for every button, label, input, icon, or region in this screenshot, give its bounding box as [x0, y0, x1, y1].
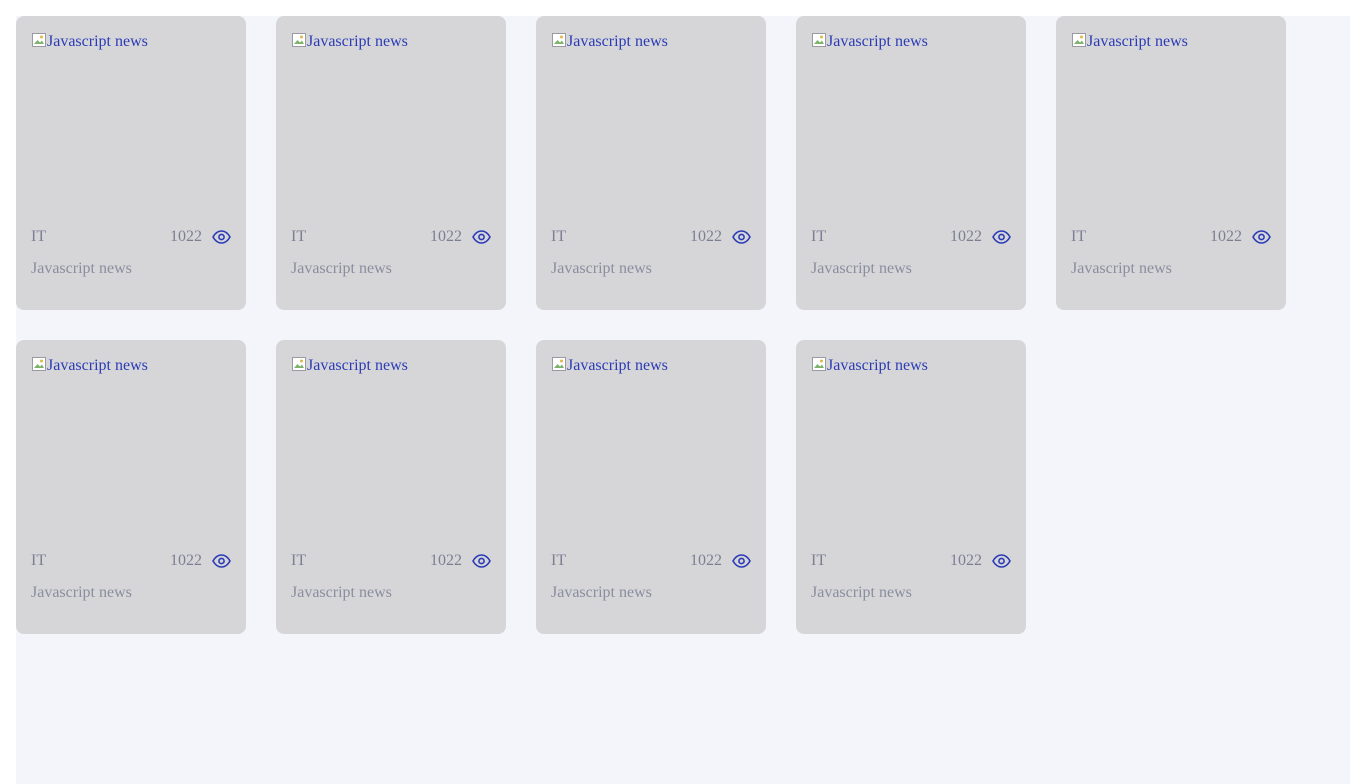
news-card[interactable]: Javascript news IT 1022 Javascript news — [796, 16, 1026, 310]
news-title[interactable]: Javascript news — [551, 258, 751, 280]
news-views-count: 1022 — [950, 552, 982, 569]
news-views-count: 1022 — [170, 552, 202, 569]
news-views: 1022 — [170, 228, 231, 246]
news-card[interactable]: Javascript news IT 1022 Javascript news — [796, 340, 1026, 634]
news-views: 1022 — [1210, 228, 1271, 246]
news-views-count: 1022 — [690, 228, 722, 245]
news-grid: Javascript news IT 1022 Javascript news … — [16, 16, 1286, 634]
eye-icon — [212, 554, 231, 568]
news-meta: IT 1022 — [811, 550, 1011, 572]
news-image-alt: Javascript news — [307, 357, 408, 374]
news-card[interactable]: Javascript news IT 1022 Javascript news — [1056, 16, 1286, 310]
news-image-alt: Javascript news — [567, 357, 668, 374]
news-views-count: 1022 — [430, 228, 462, 245]
news-category: IT — [811, 552, 827, 569]
news-card[interactable]: Javascript news IT 1022 Javascript news — [276, 16, 506, 310]
news-meta: IT 1022 — [291, 550, 491, 572]
news-views-count: 1022 — [950, 228, 982, 245]
news-views-count: 1022 — [690, 552, 722, 569]
news-meta: IT 1022 — [551, 226, 751, 248]
news-meta: IT 1022 — [1071, 226, 1271, 248]
broken-image-icon — [31, 356, 47, 372]
news-image[interactable]: Javascript news — [291, 355, 491, 550]
news-views: 1022 — [430, 552, 491, 570]
news-image-alt: Javascript news — [1087, 33, 1188, 50]
news-image[interactable]: Javascript news — [811, 31, 1011, 226]
eye-icon — [472, 230, 491, 244]
news-page: Javascript news IT 1022 Javascript news … — [16, 16, 1350, 784]
news-image[interactable]: Javascript news — [811, 355, 1011, 550]
news-image-alt: Javascript news — [47, 357, 148, 374]
news-category: IT — [291, 228, 307, 245]
news-meta: IT 1022 — [31, 226, 231, 248]
news-title[interactable]: Javascript news — [1071, 258, 1271, 280]
news-views: 1022 — [170, 552, 231, 570]
eye-icon — [732, 554, 751, 568]
news-views-count: 1022 — [430, 552, 462, 569]
eye-icon — [472, 554, 491, 568]
eye-icon — [212, 230, 231, 244]
news-title[interactable]: Javascript news — [31, 258, 231, 280]
broken-image-icon — [291, 32, 307, 48]
news-image-alt: Javascript news — [827, 33, 928, 50]
news-views: 1022 — [690, 228, 751, 246]
broken-image-icon — [551, 356, 567, 372]
eye-icon — [1252, 230, 1271, 244]
news-views: 1022 — [950, 552, 1011, 570]
news-meta: IT 1022 — [291, 226, 491, 248]
eye-icon — [992, 554, 1011, 568]
news-meta: IT 1022 — [551, 550, 751, 572]
news-title[interactable]: Javascript news — [811, 582, 1011, 604]
news-image-alt: Javascript news — [567, 33, 668, 50]
news-image[interactable]: Javascript news — [31, 31, 231, 226]
broken-image-icon — [1071, 32, 1087, 48]
news-title[interactable]: Javascript news — [291, 582, 491, 604]
news-image[interactable]: Javascript news — [1071, 31, 1271, 226]
broken-image-icon — [811, 356, 827, 372]
news-category: IT — [551, 552, 567, 569]
news-image-alt: Javascript news — [307, 33, 408, 50]
news-views: 1022 — [950, 228, 1011, 246]
broken-image-icon — [811, 32, 827, 48]
broken-image-icon — [551, 32, 567, 48]
news-card[interactable]: Javascript news IT 1022 Javascript news — [536, 16, 766, 310]
news-title[interactable]: Javascript news — [551, 582, 751, 604]
eye-icon — [732, 230, 751, 244]
news-views: 1022 — [690, 552, 751, 570]
news-meta: IT 1022 — [31, 550, 231, 572]
news-category: IT — [31, 228, 47, 245]
news-card[interactable]: Javascript news IT 1022 Javascript news — [276, 340, 506, 634]
news-category: IT — [811, 228, 827, 245]
news-image[interactable]: Javascript news — [551, 355, 751, 550]
news-meta: IT 1022 — [811, 226, 1011, 248]
broken-image-icon — [291, 356, 307, 372]
news-category: IT — [291, 552, 307, 569]
news-image-alt: Javascript news — [827, 357, 928, 374]
news-title[interactable]: Javascript news — [291, 258, 491, 280]
broken-image-icon — [31, 32, 47, 48]
news-image[interactable]: Javascript news — [31, 355, 231, 550]
news-title[interactable]: Javascript news — [811, 258, 1011, 280]
news-views: 1022 — [430, 228, 491, 246]
eye-icon — [992, 230, 1011, 244]
news-category: IT — [1071, 228, 1087, 245]
news-card[interactable]: Javascript news IT 1022 Javascript news — [16, 16, 246, 310]
news-views-count: 1022 — [1210, 228, 1242, 245]
news-category: IT — [551, 228, 567, 245]
news-views-count: 1022 — [170, 228, 202, 245]
news-card[interactable]: Javascript news IT 1022 Javascript news — [16, 340, 246, 634]
news-title[interactable]: Javascript news — [31, 582, 231, 604]
news-image-alt: Javascript news — [47, 33, 148, 50]
news-card[interactable]: Javascript news IT 1022 Javascript news — [536, 340, 766, 634]
news-image[interactable]: Javascript news — [551, 31, 751, 226]
news-category: IT — [31, 552, 47, 569]
news-image[interactable]: Javascript news — [291, 31, 491, 226]
